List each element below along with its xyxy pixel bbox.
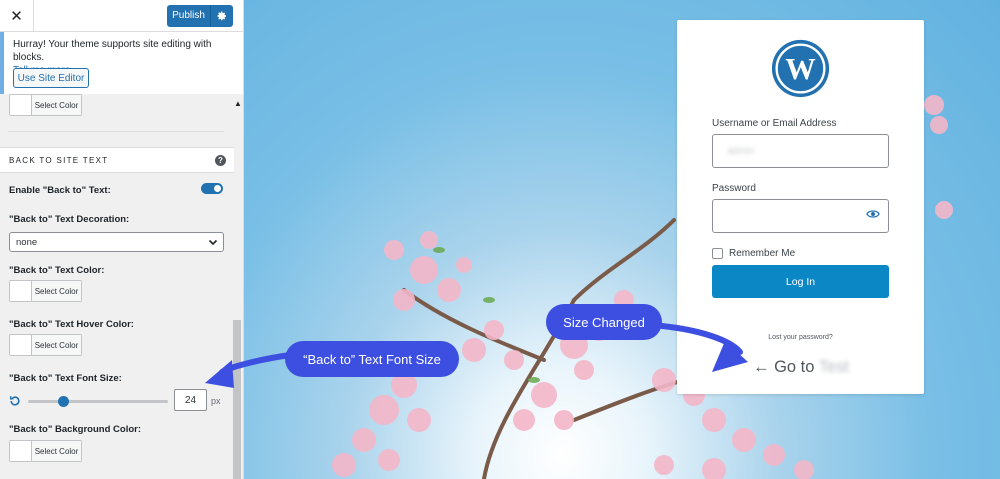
font-size-unit: px — [211, 396, 221, 406]
text-color-picker[interactable]: Select Color — [9, 280, 82, 302]
size-changed-callout: Size Changed — [546, 304, 662, 340]
color-swatch — [10, 95, 32, 115]
font-size-label: "Back to" Text Font Size: — [9, 373, 122, 384]
select-color-label: Select Color — [32, 281, 81, 301]
username-input[interactable]: admin — [712, 134, 889, 168]
wordpress-logo-icon[interactable]: W — [770, 38, 831, 99]
goto-text: ← Go to — [753, 358, 815, 376]
scroll-up-icon[interactable]: ▲ — [234, 99, 242, 108]
reset-icon[interactable] — [9, 395, 21, 407]
section-header: BACK TO SITE TEXT ? — [0, 147, 234, 173]
goto-site-name: Test — [818, 358, 850, 376]
text-color-label: "Back to" Text Color: — [9, 265, 105, 276]
enable-back-to-label: Enable "Back to" Text: — [9, 185, 111, 196]
lost-password-link[interactable]: Lost your password? — [677, 334, 924, 341]
close-icon[interactable]: ✕ — [0, 0, 34, 32]
publish-button[interactable]: Publish — [167, 5, 233, 27]
password-input[interactable] — [712, 199, 889, 233]
select-color-label: Select Color — [32, 95, 81, 115]
select-color-label: Select Color — [32, 441, 81, 461]
background-color-label: "Back to" Background Color: — [9, 424, 141, 435]
username-label: Username or Email Address — [712, 118, 837, 129]
section-title: BACK TO SITE TEXT — [9, 156, 109, 165]
remember-me-label: Remember Me — [729, 248, 796, 259]
color-picker-previous[interactable]: Select Color — [9, 94, 82, 116]
background-color-picker[interactable]: Select Color — [9, 440, 82, 462]
hover-color-picker[interactable]: Select Color — [9, 334, 82, 356]
back-to-site-link[interactable]: ← Go to Test — [753, 358, 849, 377]
color-swatch — [10, 441, 32, 461]
gear-icon[interactable] — [211, 11, 233, 21]
password-label: Password — [712, 183, 756, 194]
color-swatch — [10, 335, 32, 355]
eye-icon[interactable] — [866, 208, 880, 220]
publish-label: Publish — [167, 5, 211, 27]
decoration-select[interactable]: none — [9, 232, 224, 252]
font-size-callout: “Back to” Text Font Size — [285, 341, 459, 377]
decoration-value: none — [16, 236, 38, 248]
hover-color-label: "Back to" Text Hover Color: — [9, 319, 134, 330]
color-swatch — [10, 281, 32, 301]
remember-me-checkbox[interactable] — [712, 248, 723, 259]
chevron-down-icon — [208, 239, 218, 246]
font-size-input[interactable]: 24 — [174, 389, 207, 411]
customizer-topbar: ✕ Publish — [0, 0, 243, 32]
decoration-label: "Back to" Text Decoration: — [9, 214, 130, 225]
use-site-editor-button[interactable]: Use Site Editor — [13, 68, 89, 88]
log-in-button[interactable]: Log In — [712, 265, 889, 298]
notice-message: Hurray! Your theme supports site editing… — [13, 39, 212, 63]
username-value: admin — [727, 145, 755, 157]
divider — [8, 131, 224, 132]
customizer-sidebar: ✕ Publish Hurray! Your theme supports si… — [0, 0, 244, 479]
select-color-label: Select Color — [32, 335, 81, 355]
help-icon[interactable]: ? — [215, 155, 226, 166]
site-editor-notice: Hurray! Your theme supports site editing… — [0, 32, 243, 94]
sidebar-scrollbar[interactable] — [233, 320, 241, 479]
svg-text:W: W — [785, 52, 816, 86]
font-size-slider[interactable] — [28, 400, 168, 403]
enable-back-to-toggle[interactable] — [201, 183, 223, 194]
toggle-knob — [214, 185, 221, 192]
font-size-slider-handle[interactable] — [57, 396, 69, 407]
